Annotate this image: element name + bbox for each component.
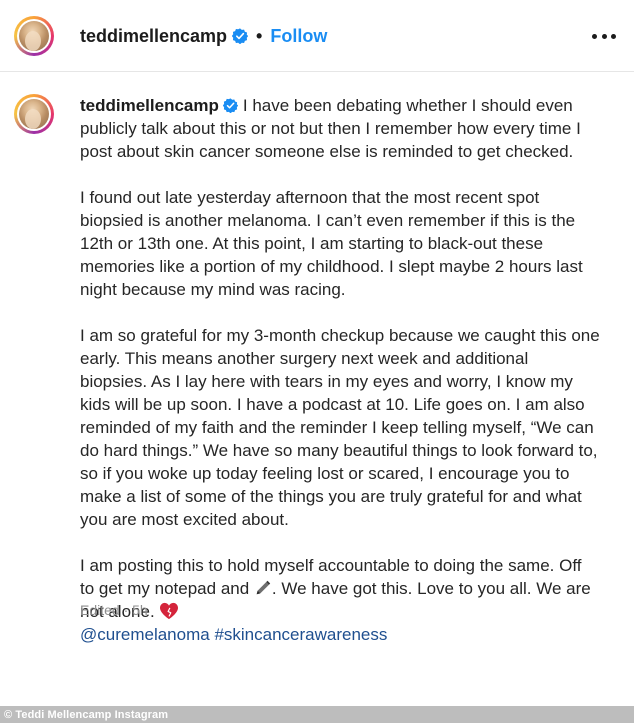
hashtag-skincancerawareness[interactable]: #skincancerawareness bbox=[214, 625, 387, 644]
pen-icon bbox=[256, 580, 271, 595]
hashtag-curemelanoma[interactable]: @curemelanoma bbox=[80, 625, 210, 644]
header-user-row: teddimellencamp • Follow bbox=[80, 25, 327, 47]
follow-button[interactable]: Follow bbox=[270, 25, 327, 47]
post-header: teddimellencamp • Follow bbox=[0, 0, 634, 72]
caption-text: teddimellencamp I have been debating whe… bbox=[80, 94, 600, 646]
separator-dot: • bbox=[256, 26, 263, 46]
header-avatar[interactable] bbox=[14, 16, 54, 56]
caption-avatar[interactable] bbox=[14, 94, 54, 134]
caption-paragraph-2: I found out late yesterday afternoon tha… bbox=[80, 188, 583, 299]
header-username[interactable]: teddimellencamp bbox=[80, 25, 227, 47]
more-options-icon[interactable] bbox=[592, 24, 616, 48]
heart-icon bbox=[159, 602, 178, 620]
verified-badge-icon bbox=[232, 28, 249, 44]
caption-paragraph-4: I am posting this to hold myself account… bbox=[80, 554, 600, 623]
caption-username[interactable]: teddimellencamp bbox=[80, 96, 219, 115]
hashtags-line: @curemelanoma #skincancerawareness bbox=[80, 623, 600, 646]
caption-paragraph-3: I am so grateful for my 3-month checkup … bbox=[80, 326, 600, 529]
edited-timestamp: Edited · 5h bbox=[80, 602, 148, 618]
caption-paragraph-1: teddimellencamp I have been debating whe… bbox=[80, 94, 600, 163]
photo-credit: © Teddi Mellencamp Instagram bbox=[4, 709, 169, 721]
verified-badge-icon bbox=[222, 98, 238, 114]
